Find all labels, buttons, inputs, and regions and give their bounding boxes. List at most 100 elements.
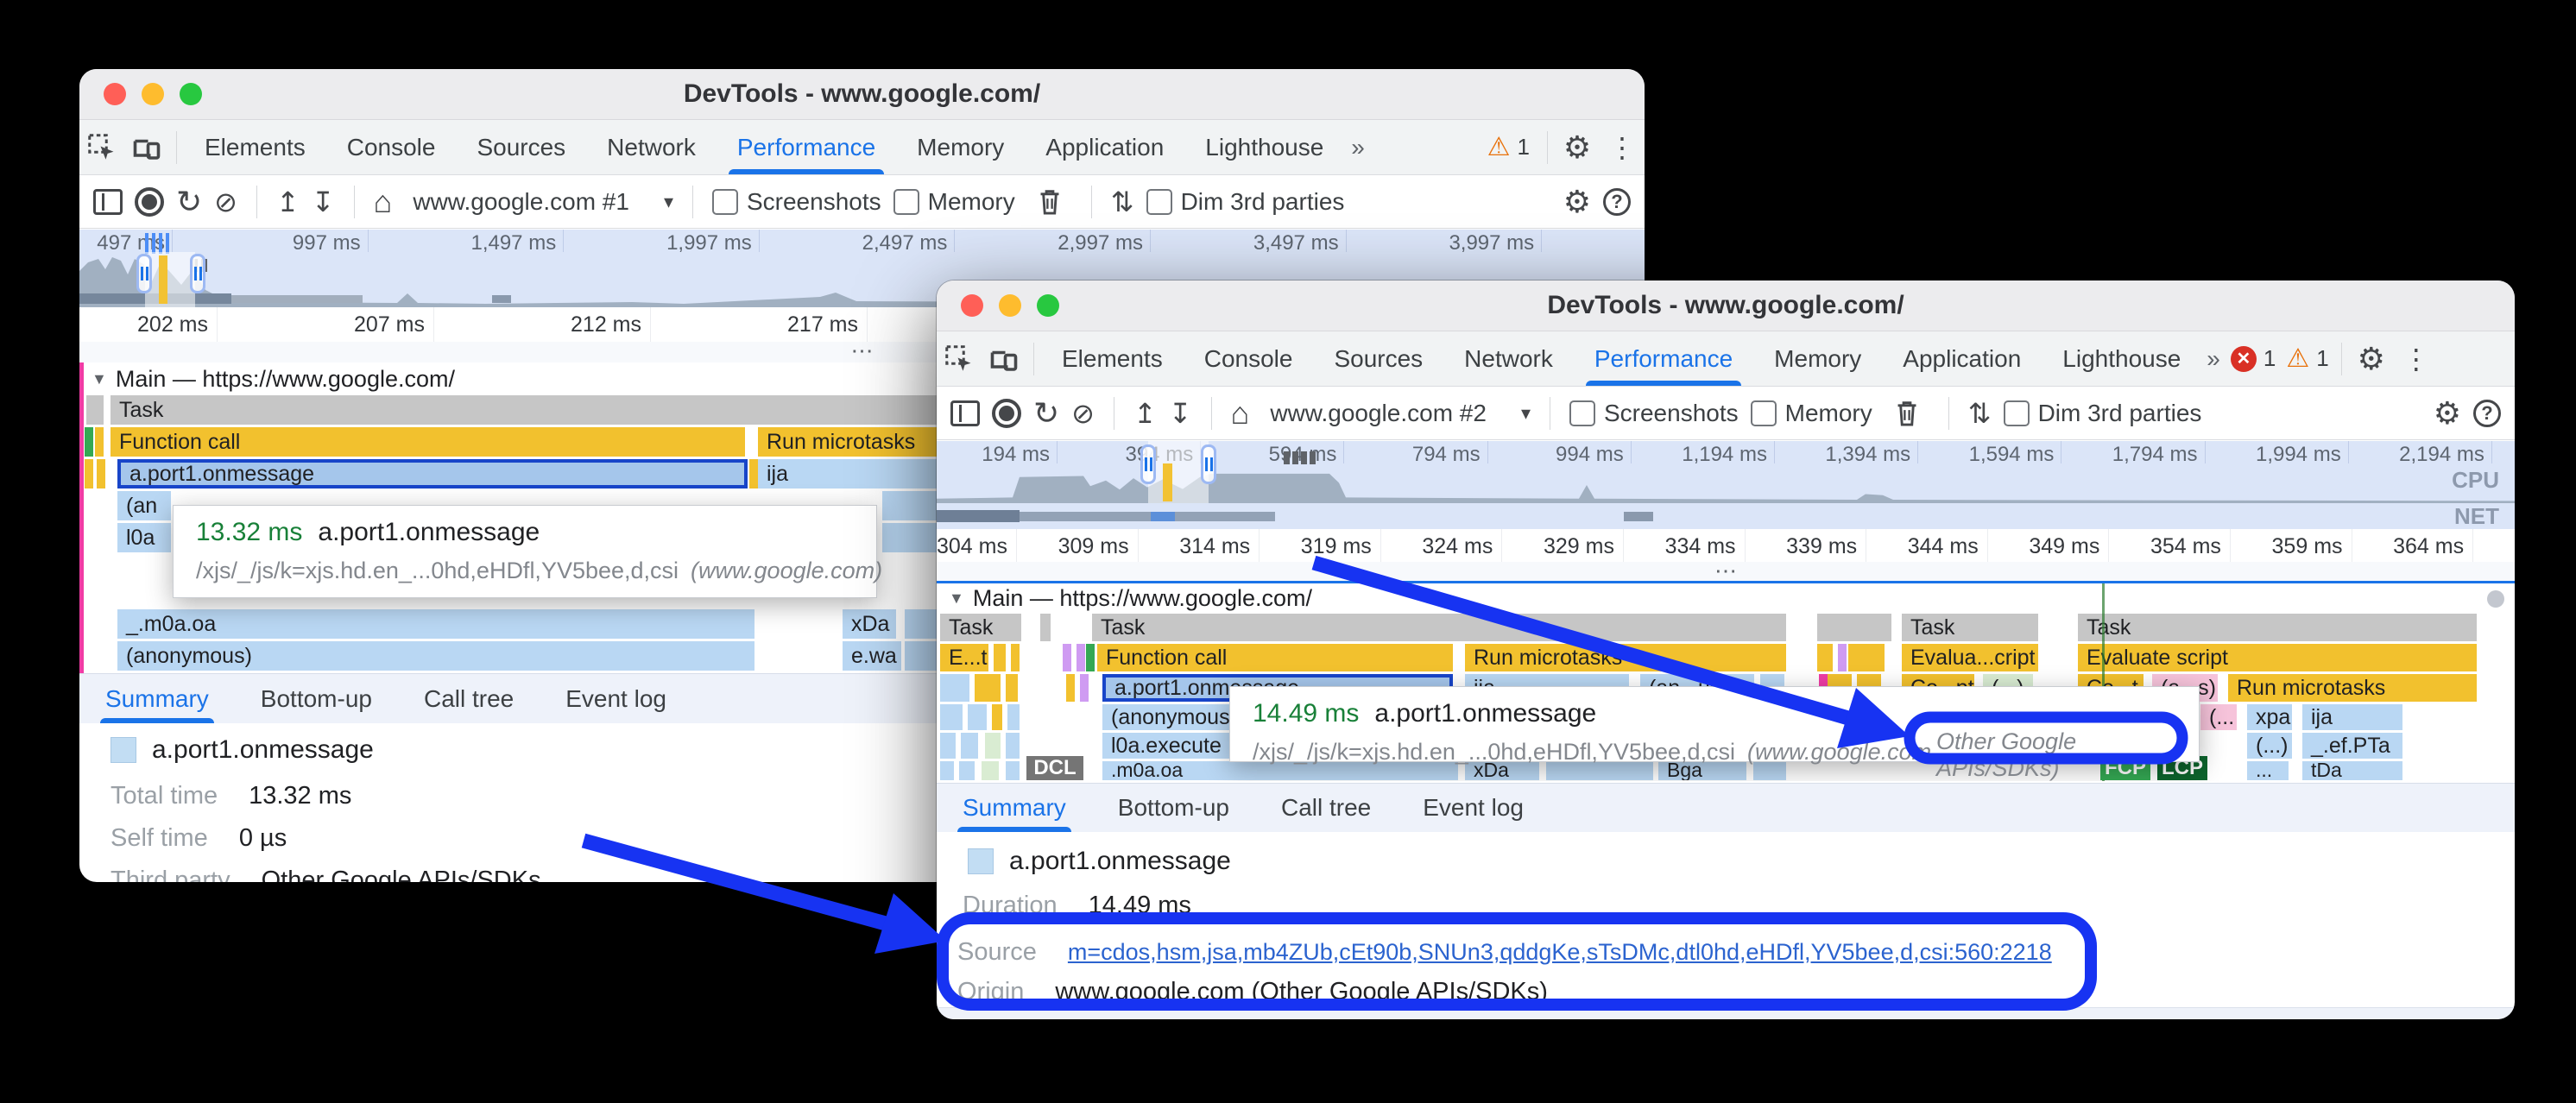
memory-checkbox[interactable]: Memory bbox=[1751, 400, 1872, 427]
selection-handle-left[interactable] bbox=[1140, 444, 1156, 484]
tab-call-tree[interactable]: Call tree bbox=[424, 674, 514, 723]
error-badge[interactable]: ✕ 1 bbox=[2231, 345, 2276, 372]
flame-bar[interactable]: xDa bbox=[843, 609, 898, 639]
clear-icon[interactable]: ⊘ bbox=[1071, 400, 1095, 427]
flame-bar[interactable] bbox=[1007, 704, 1021, 730]
flame-bar[interactable] bbox=[992, 704, 1004, 730]
record-button[interactable] bbox=[135, 187, 164, 217]
settings-gear-icon[interactable]: ⚙ bbox=[1555, 127, 1600, 168]
tab-network[interactable]: Network bbox=[586, 120, 717, 174]
toggle-sidebar-icon[interactable] bbox=[93, 189, 123, 215]
kebab-menu-icon[interactable]: ⋮ bbox=[2394, 338, 2439, 380]
flame-bar[interactable]: xpa bbox=[2247, 704, 2294, 730]
tab-event-log[interactable]: Event log bbox=[1423, 784, 1524, 832]
flame-bar-function-call[interactable]: Function call bbox=[110, 427, 747, 457]
close-button[interactable] bbox=[961, 294, 983, 317]
device-toolbar-icon[interactable] bbox=[982, 338, 1026, 380]
clear-icon[interactable]: ⊘ bbox=[214, 188, 237, 216]
flame-bar[interactable] bbox=[85, 459, 95, 488]
tab-memory[interactable]: Memory bbox=[896, 120, 1025, 174]
tab-bottom-up[interactable]: Bottom-up bbox=[261, 674, 372, 723]
flame-bar[interactable] bbox=[1040, 614, 1052, 641]
flame-bar[interactable]: Evalua...cript bbox=[1902, 644, 2040, 671]
tab-application[interactable]: Application bbox=[1025, 120, 1184, 174]
warning-badge[interactable]: ⚠ 1 bbox=[2286, 344, 2328, 374]
overview-selection[interactable] bbox=[145, 252, 195, 307]
window2-timeline-overview[interactable]: 194 ms394 ms594 ms794 ms994 ms1,194 ms1,… bbox=[937, 441, 2515, 503]
capture-settings-icon[interactable]: ⇅ bbox=[1968, 400, 1992, 427]
flame-bar[interactable] bbox=[994, 644, 1007, 671]
flame-bar-task[interactable]: Task bbox=[1902, 614, 2040, 641]
more-tabs-icon[interactable]: » bbox=[2207, 347, 2220, 371]
tab-summary[interactable]: Summary bbox=[963, 784, 1066, 832]
tab-console[interactable]: Console bbox=[1184, 331, 1314, 386]
flame-bar[interactable] bbox=[982, 761, 1001, 780]
close-button[interactable] bbox=[104, 83, 126, 105]
flame-bar[interactable] bbox=[1006, 761, 1021, 780]
flame-bar[interactable]: l0a bbox=[117, 523, 173, 552]
main-thread-header[interactable]: ▼ Main — https://www.google.com/ bbox=[949, 585, 1312, 612]
flame-bar[interactable] bbox=[97, 459, 107, 488]
flame-bar[interactable] bbox=[968, 704, 988, 730]
collect-garbage-icon[interactable] bbox=[1027, 181, 1072, 223]
flame-bar[interactable] bbox=[1063, 644, 1073, 671]
flame-bar[interactable] bbox=[940, 733, 957, 759]
flame-bar[interactable] bbox=[985, 733, 1002, 759]
flame-bar[interactable] bbox=[86, 395, 105, 425]
selection-handle-left[interactable] bbox=[136, 254, 152, 293]
dim-3rd-parties-checkbox[interactable]: Dim 3rd parties bbox=[1146, 188, 1345, 216]
flame-bar-task[interactable]: Task bbox=[1092, 614, 1788, 641]
flame-bar[interactable]: ... bbox=[2247, 761, 2290, 780]
flame-bar[interactable] bbox=[95, 427, 105, 457]
flame-bar[interactable] bbox=[940, 674, 971, 702]
flame-bar-run-microtasks[interactable]: Run microtasks bbox=[2228, 674, 2478, 702]
download-icon[interactable]: ↧ bbox=[1169, 400, 1192, 427]
memory-checkbox[interactable]: Memory bbox=[893, 188, 1015, 216]
flame-bar[interactable] bbox=[940, 761, 956, 780]
flame-bar[interactable]: tDa bbox=[2302, 761, 2404, 780]
tab-elements[interactable]: Elements bbox=[184, 120, 326, 174]
capture-settings-icon[interactable]: ⇅ bbox=[1111, 188, 1134, 216]
flame-bar[interactable] bbox=[961, 733, 980, 759]
flame-bar-task[interactable]: Task bbox=[2078, 614, 2478, 641]
flame-bar[interactable]: (... bbox=[2200, 704, 2238, 730]
zoom-button[interactable] bbox=[180, 83, 202, 105]
inspect-icon[interactable] bbox=[79, 127, 124, 168]
flame-bar[interactable] bbox=[1066, 674, 1076, 702]
warning-badge[interactable]: ⚠ 1 bbox=[1487, 132, 1530, 162]
window2-flame-chart[interactable]: ▼ Main — https://www.google.com/ Task Ta… bbox=[937, 583, 2515, 781]
reload-icon[interactable]: ↻ bbox=[176, 186, 202, 217]
target-select[interactable]: www.google.com #2 ▾ bbox=[1270, 400, 1531, 427]
flame-bar[interactable] bbox=[1817, 614, 1893, 641]
flame-bar[interactable]: (anonymous) bbox=[117, 641, 756, 671]
flame-bar[interactable] bbox=[1006, 733, 1021, 759]
tab-lighthouse[interactable]: Lighthouse bbox=[2042, 331, 2201, 386]
flame-bar-run-microtasks[interactable]: Run microtasks bbox=[1465, 644, 1788, 671]
download-icon[interactable]: ↧ bbox=[312, 188, 335, 216]
selection-handle-right[interactable] bbox=[190, 254, 205, 293]
flame-bar[interactable]: (...) bbox=[2247, 733, 2294, 759]
help-icon[interactable]: ? bbox=[2473, 400, 2501, 427]
flame-bar[interactable] bbox=[1086, 644, 1096, 671]
flame-bar[interactable]: ija bbox=[2302, 704, 2404, 730]
flame-bar[interactable] bbox=[1817, 644, 1834, 671]
flame-bar[interactable] bbox=[85, 427, 95, 457]
tab-lighthouse[interactable]: Lighthouse bbox=[1184, 120, 1344, 174]
tab-console[interactable]: Console bbox=[326, 120, 457, 174]
tab-summary[interactable]: Summary bbox=[105, 674, 209, 723]
home-icon[interactable]: ⌂ bbox=[1231, 398, 1250, 429]
toggle-sidebar-icon[interactable] bbox=[950, 400, 980, 426]
tab-call-tree[interactable]: Call tree bbox=[1281, 784, 1371, 832]
flame-bar[interactable]: (an bbox=[117, 491, 173, 520]
tab-application[interactable]: Application bbox=[1882, 331, 2042, 386]
help-icon[interactable]: ? bbox=[1603, 188, 1631, 216]
tab-memory[interactable]: Memory bbox=[1753, 331, 1882, 386]
flame-bar[interactable]: E...t bbox=[940, 644, 990, 671]
screenshots-checkbox[interactable]: Screenshots bbox=[712, 188, 881, 216]
tab-bottom-up[interactable]: Bottom-up bbox=[1118, 784, 1229, 832]
tab-elements[interactable]: Elements bbox=[1041, 331, 1184, 386]
tab-performance[interactable]: Performance bbox=[717, 120, 896, 174]
tab-performance[interactable]: Performance bbox=[1574, 331, 1753, 386]
collect-garbage-icon[interactable] bbox=[1885, 393, 1929, 434]
overview-selection[interactable] bbox=[1148, 441, 1209, 503]
